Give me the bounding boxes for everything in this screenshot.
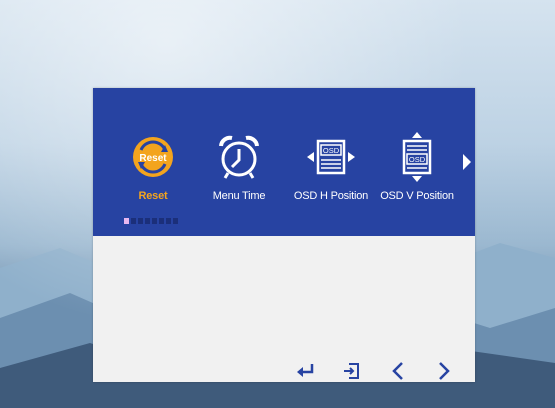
- menu-item-menu-time[interactable]: Menu Time: [195, 132, 283, 208]
- menu-item-label: Menu Time: [212, 190, 266, 202]
- scroll-right-arrow-icon[interactable]: [463, 154, 471, 170]
- page-indicator: [124, 218, 178, 226]
- osd-badge-text: OSD: [409, 155, 426, 164]
- page-dot: [131, 218, 136, 224]
- page-dot: [159, 218, 164, 224]
- osd-h-position-icon: OSD: [287, 132, 375, 182]
- page-dot: [138, 218, 143, 224]
- left-key[interactable]: [375, 359, 421, 383]
- menu-item-osd-v-position[interactable]: OSD OSD V Position: [373, 132, 461, 208]
- page-dot: [166, 218, 171, 224]
- menu-item-label: OSD V Position: [380, 190, 454, 202]
- alarm-clock-icon: [195, 132, 283, 182]
- exit-key[interactable]: [329, 359, 375, 383]
- osd-v-position-icon: OSD: [373, 132, 461, 182]
- reset-icon: Reset: [109, 132, 197, 182]
- page-dot: [152, 218, 157, 224]
- page-dot: [145, 218, 150, 224]
- osd-menu: Reset Reset Menu Time OSD OSD H Position…: [93, 88, 475, 382]
- enter-key[interactable]: [283, 359, 329, 383]
- right-arrow-icon: [439, 362, 450, 380]
- menu-item-reset[interactable]: Reset Reset: [109, 132, 197, 208]
- page-dot: [124, 218, 129, 224]
- left-arrow-icon: [392, 362, 403, 380]
- right-key[interactable]: [421, 359, 467, 383]
- navigation-keys: [283, 358, 467, 384]
- osd-badge-text: OSD: [323, 146, 340, 155]
- exit-icon: [344, 363, 359, 379]
- reset-badge-text: Reset: [139, 153, 167, 164]
- page-dot: [173, 218, 178, 224]
- enter-icon: [297, 364, 314, 377]
- osd-menu-header: Reset Reset Menu Time OSD OSD H Position…: [93, 88, 475, 236]
- menu-item-osd-h-position[interactable]: OSD OSD H Position: [287, 132, 375, 208]
